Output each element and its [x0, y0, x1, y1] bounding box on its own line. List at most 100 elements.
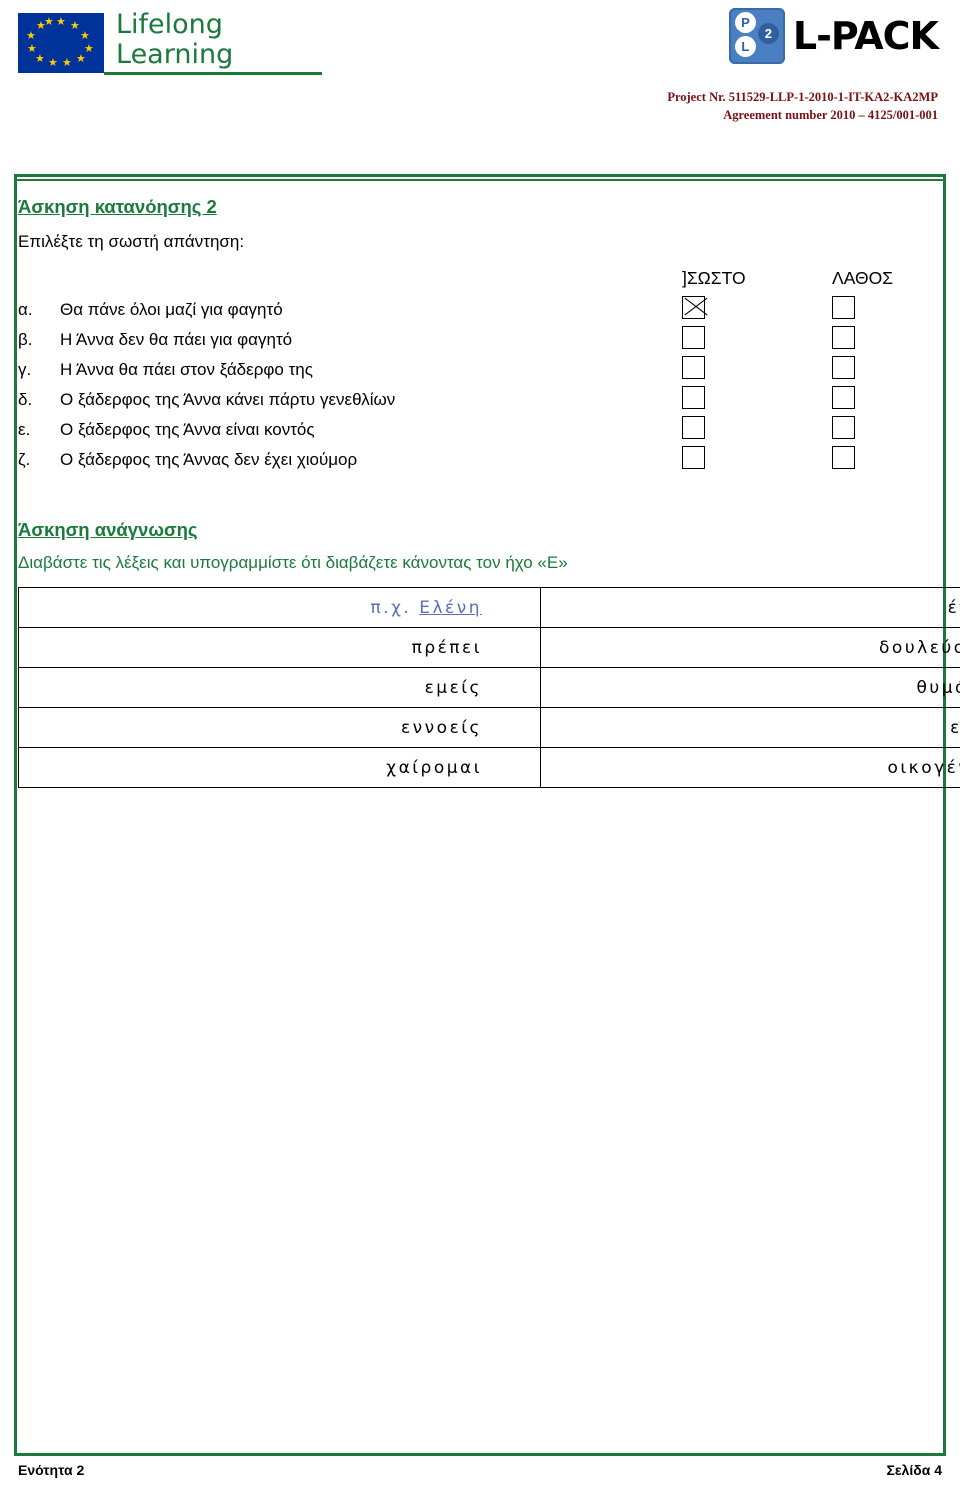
checkbox-correct[interactable]: [682, 296, 705, 319]
word-cell-left: χαίρομαι: [18, 747, 541, 788]
item-letter: ε.: [18, 420, 31, 439]
item-letter: ζ.: [18, 450, 31, 469]
checkbox-cell-correct[interactable]: [682, 445, 832, 475]
agreement-number: Agreement number 2010 – 4125/001-001: [723, 108, 938, 122]
lpack-logo: P 2 L L-PACK: [728, 8, 939, 64]
checkbox-cell-correct[interactable]: [682, 295, 832, 325]
checkbox-wrong[interactable]: [832, 386, 855, 409]
quiz-table: α. Θα πάνε όλοι μαζί για φαγητό β. Η Άνν…: [18, 295, 942, 475]
word-cell-right: έχεις: [540, 587, 960, 628]
footer-unit: Ενότητα 2: [18, 1462, 85, 1478]
checkbox-cell-correct[interactable]: [682, 325, 832, 355]
checkbox-correct[interactable]: [682, 416, 705, 439]
badge-letter-2: 2: [757, 23, 779, 44]
badge-letter-l: L: [734, 36, 756, 57]
checkbox-wrong[interactable]: [832, 296, 855, 319]
word-right: οικογένεια: [887, 757, 960, 778]
item-text: Η Άννα δεν θα πάει για φαγητό: [60, 330, 293, 349]
word-cell-left: εννοείς: [18, 707, 541, 748]
checkbox-wrong[interactable]: [832, 326, 855, 349]
item-text: Θα πάνε όλοι μαζί για φαγητό: [60, 300, 283, 319]
word-cell-right: θυμάσαι: [540, 667, 960, 708]
table-row: ε. Ο ξάδερφος της Άννα είναι κοντός: [18, 415, 942, 445]
word-right: δουλεύουμε: [879, 637, 960, 658]
quiz-column-headers: ]ΣΩΣΤΟ ΛΑΘΟΣ: [18, 268, 942, 289]
table-row: α. Θα πάνε όλοι μαζί για φαγητό: [18, 295, 942, 325]
table-row: ζ. Ο ξάδερφος της Άννας δεν έχει χιούμορ: [18, 445, 942, 475]
word-left: χαίρομαι: [386, 757, 482, 778]
checkbox-cell-wrong[interactable]: [832, 295, 942, 325]
table-row: εννοείς είναι: [18, 707, 960, 748]
exercise-title: Άσκηση κατανόησης 2: [18, 196, 217, 217]
word-left: εμείς: [424, 677, 482, 698]
checkbox-cell-correct[interactable]: [682, 385, 832, 415]
item-letter: α.: [18, 300, 33, 319]
item-text: Ο ξάδερφος της Άννα κάνει πάρτυ γενεθλίω…: [60, 390, 396, 409]
item-text: Ο ξάδερφος της Άννας δεν έχει χιούμορ: [60, 450, 358, 469]
checkbox-cell-wrong[interactable]: [832, 445, 942, 475]
table-row: γ. Η Άννα θα πάει στον ξάδερφο της: [18, 355, 942, 385]
example-prefix: π.χ.: [370, 597, 412, 618]
word-cell-right: οικογένεια: [540, 747, 960, 788]
checkbox-wrong[interactable]: [832, 446, 855, 469]
lpack-badge-icon: P 2 L: [728, 8, 785, 64]
checkbox-correct[interactable]: [682, 356, 705, 379]
word-cell-right: δουλεύουμε: [540, 627, 960, 668]
word-left: εννοείς: [400, 717, 482, 738]
page-header: ★ ★ ★ ★ ★ ★ ★ ★ ★ ★ ★ ★ Lifelong Learnin…: [0, 0, 960, 150]
table-row: εμείς θυμάσαι: [18, 667, 960, 708]
checkbox-cell-wrong[interactable]: [832, 325, 942, 355]
lifelong-learning-logo: ★ ★ ★ ★ ★ ★ ★ ★ ★ ★ ★ ★ Lifelong Learnin…: [18, 10, 322, 75]
checkbox-cell-correct[interactable]: [682, 415, 832, 445]
reading-instruction: Διαβάστε τις λέξεις και υπογραμμίστε ότι…: [18, 553, 568, 572]
word-right: έχεις: [947, 597, 960, 618]
project-number: Project Nr. 511529-LLP-1-2010-1-IT-KA2-K…: [667, 90, 938, 104]
word-right: είναι: [950, 717, 960, 738]
word-cell-left: εμείς: [18, 667, 541, 708]
badge-letter-p: P: [734, 12, 756, 33]
checkbox-correct[interactable]: [682, 446, 705, 469]
word-table: π.χ. Ελένη έχεις πρέπει δουλεύουμε εμείς…: [18, 587, 960, 788]
word-cell-left: π.χ. Ελένη: [18, 587, 541, 628]
checkbox-correct[interactable]: [682, 326, 705, 349]
item-letter: δ.: [18, 390, 33, 409]
checkbox-wrong[interactable]: [832, 416, 855, 439]
eu-flag-icon: ★ ★ ★ ★ ★ ★ ★ ★ ★ ★ ★ ★: [18, 12, 104, 73]
frame-right-line: [943, 174, 946, 1456]
item-letter: γ.: [18, 360, 32, 379]
table-row: χαίρομαι οικογένεια: [18, 747, 960, 788]
item-text: Ο ξάδερφος της Άννα είναι κοντός: [60, 420, 315, 439]
exercise-instruction: Επιλέξτε τη σωστή απάντηση:: [18, 232, 245, 251]
document-body: Άσκηση κατανόησης 2 Επιλέξτε τη σωστή απ…: [18, 196, 960, 788]
word-right: θυμάσαι: [916, 677, 960, 698]
table-row: β. Η Άννα δεν θα πάει για φαγητό: [18, 325, 942, 355]
checkbox-cell-wrong[interactable]: [832, 355, 942, 385]
checkbox-cell-correct[interactable]: [682, 355, 832, 385]
lpack-wordmark: L-PACK: [792, 14, 939, 58]
frame-bottom-line: [14, 1453, 946, 1456]
checkbox-cell-wrong[interactable]: [832, 415, 942, 445]
word-left: Ελένη: [419, 597, 482, 618]
frame-top-line-2: [14, 179, 946, 181]
frame-top-line-1: [14, 174, 946, 177]
item-letter: β.: [18, 330, 33, 349]
checkbox-correct[interactable]: [682, 386, 705, 409]
column-header-wrong: ΛΑΘΟΣ: [832, 268, 894, 288]
column-header-correct: ]ΣΩΣΤΟ: [682, 268, 746, 288]
quiz-section: ]ΣΩΣΤΟ ΛΑΘΟΣ α. Θα πάνε όλοι μαζί για φα…: [18, 268, 942, 475]
reading-title: Άσκηση ανάγνωσης: [18, 519, 198, 540]
frame-left-line: [14, 174, 17, 1456]
footer-page: Σελίδα 4: [886, 1462, 943, 1478]
logo-line-2: Learning: [116, 39, 234, 70]
word-cell-left: πρέπει: [18, 627, 541, 668]
page-footer: Ενότητα 2 Σελίδα 4: [18, 1462, 942, 1478]
project-reference: Project Nr. 511529-LLP-1-2010-1-IT-KA2-K…: [667, 88, 938, 124]
logo-line-1: Lifelong: [116, 9, 223, 40]
table-row: πρέπει δουλεύουμε: [18, 627, 960, 668]
checkbox-wrong[interactable]: [832, 356, 855, 379]
table-row: δ. Ο ξάδερφος της Άννα κάνει πάρτυ γενεθ…: [18, 385, 942, 415]
word-cell-right: είναι: [540, 707, 960, 748]
checkbox-cell-wrong[interactable]: [832, 385, 942, 415]
logo-underline: [104, 72, 322, 75]
table-row: π.χ. Ελένη έχεις: [18, 587, 960, 628]
